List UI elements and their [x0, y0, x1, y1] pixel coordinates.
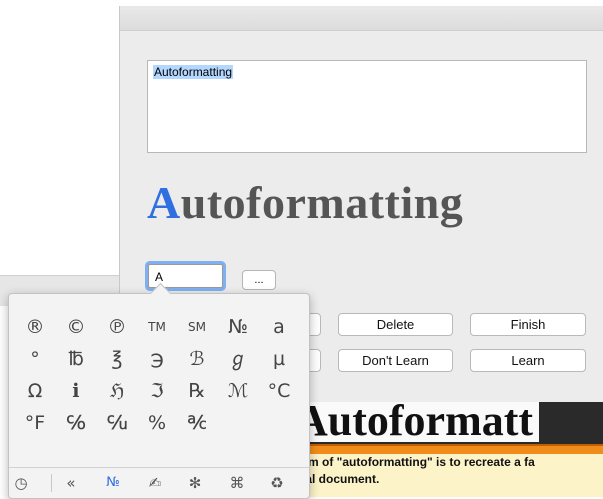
- text-area[interactable]: Autoformatting: [147, 60, 587, 153]
- character-palette: ® © ℗ TM SM № a ° ℔ ℥ ℈ ℬℊ µ Ωℹ ℌ ℑ ℞ ℳ °C °F ℅ ℆% ℀ ◷ «№ ✍ ✻ ⌘ ♻: [8, 282, 310, 499]
- pencil-icon[interactable]: ✍: [141, 470, 169, 496]
- symbol-key[interactable]: µ: [259, 344, 299, 374]
- document-line-2: nal document.: [298, 472, 380, 486]
- symbol-key[interactable]: ℈: [137, 344, 177, 374]
- symbol-key[interactable]: %: [137, 408, 177, 438]
- symbol-key[interactable]: Ω: [15, 376, 55, 406]
- preview-first-letter: A: [147, 177, 181, 228]
- document-title: Autoformatt: [290, 402, 540, 443]
- symbol-key[interactable]: ℳ: [218, 376, 258, 406]
- symbol-key[interactable]: ℅: [56, 408, 96, 438]
- finish-button[interactable]: Finish: [470, 313, 586, 336]
- symbol-key[interactable]: ℔: [56, 344, 96, 374]
- dont-learn-button[interactable]: Don't Learn: [338, 349, 453, 372]
- recents-icon[interactable]: ◷: [7, 470, 35, 496]
- symbol-key[interactable]: °: [15, 344, 55, 374]
- category-bar: ◷ « № ✍ ✻ ⌘ ♻: [9, 467, 309, 498]
- symbol-key[interactable]: ®: [15, 312, 55, 342]
- symbol-key[interactable]: ℞: [177, 376, 217, 406]
- document-rule: [290, 444, 603, 454]
- symbol-key[interactable]: TM: [137, 312, 177, 342]
- symbol-key[interactable]: ℗: [97, 312, 137, 342]
- symbol-key[interactable]: °F: [15, 408, 55, 438]
- symbol-key[interactable]: ℆: [97, 408, 137, 438]
- text-area-content: Autoformatting: [153, 65, 234, 79]
- document-body: aim of "autoformatting" is to recreate a…: [290, 454, 603, 497]
- symbol-key[interactable]: ℬ: [177, 344, 217, 374]
- preview-text: Autoformatting: [147, 176, 463, 229]
- symbol-key[interactable]: ℑ: [137, 376, 177, 406]
- more-button[interactable]: ...: [242, 270, 276, 290]
- symbol-key[interactable]: ℊ: [218, 344, 258, 374]
- command-icon[interactable]: ⌘: [223, 470, 251, 496]
- learn-button[interactable]: Learn: [470, 349, 586, 372]
- document-line-1: aim of "autoformatting" is to recreate a…: [298, 455, 535, 469]
- symbol-key[interactable]: №: [218, 312, 258, 342]
- dialog-titlebar: [120, 6, 603, 31]
- symbol-key[interactable]: ©: [56, 312, 96, 342]
- asterisk-icon[interactable]: ✻: [181, 470, 209, 496]
- symbol-key[interactable]: a: [259, 312, 299, 342]
- double-angle-icon[interactable]: «: [57, 470, 85, 496]
- symbol-key[interactable]: ℀: [177, 408, 217, 438]
- recycle-icon[interactable]: ♻: [263, 470, 291, 496]
- delete-button[interactable]: Delete: [338, 313, 453, 336]
- symbol-key[interactable]: SM: [177, 312, 217, 342]
- category-divider: [51, 474, 52, 492]
- numero-icon[interactable]: №: [99, 470, 127, 496]
- symbol-key[interactable]: ℌ: [97, 376, 137, 406]
- symbol-key[interactable]: °C: [259, 376, 299, 406]
- symbol-key[interactable]: ℹ: [56, 376, 96, 406]
- symbol-key[interactable]: ℥: [97, 344, 137, 374]
- preview-rest: utoformatting: [180, 177, 464, 228]
- document-preview-image: Autoformatt aim of "autoformatting" is t…: [290, 402, 603, 497]
